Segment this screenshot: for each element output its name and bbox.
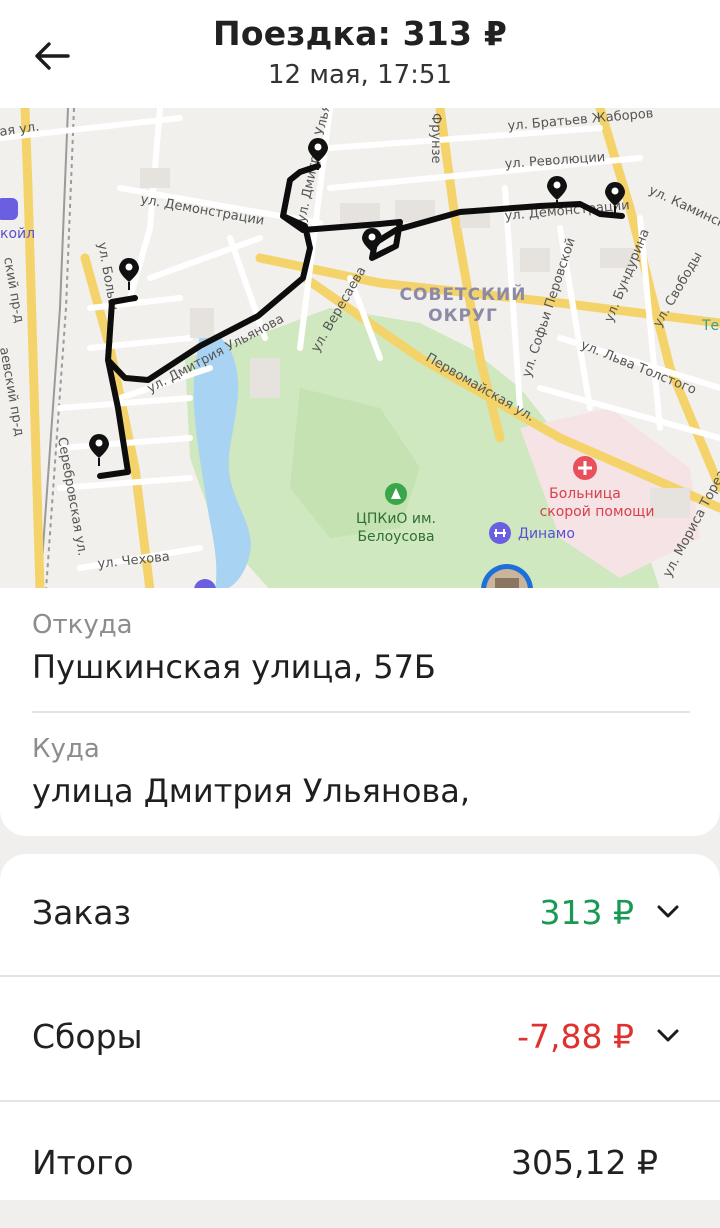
right-edge-label: Те <box>701 318 719 334</box>
route-map[interactable]: ул. Братьев Жаборов ул. Революции ул. Де… <box>0 108 720 590</box>
order-label: Заказ <box>32 893 132 932</box>
fees-expand-button[interactable] <box>654 1022 682 1050</box>
fare-row-total: Итого 305,12 ₽ <box>0 1104 720 1228</box>
order-expand-button[interactable] <box>654 898 682 926</box>
fees-amount: -7,88 ₽ <box>517 1017 634 1056</box>
trip-addresses-card: Откуда Пушкинская улица, 57Б Куда улица … <box>0 588 720 836</box>
total-amount: 305,12 ₽ <box>511 1143 658 1182</box>
street-label-fruzhe: Фрунзе <box>428 113 443 164</box>
order-amount: 313 ₽ <box>539 893 634 932</box>
from-label: Откуда <box>32 610 133 640</box>
to-address: улица Дмитрия Ульянова, <box>32 772 471 810</box>
trip-date: 12 мая, 17:51 <box>268 60 452 90</box>
fare-row-order[interactable]: Заказ 313 ₽ <box>0 854 720 978</box>
fare-divider <box>0 975 720 977</box>
dynamo-poi-label: Динамо <box>518 526 575 542</box>
left-poi-label: койл <box>0 226 35 242</box>
fare-divider <box>0 1100 720 1102</box>
park-poi-label-line2: Белоусова <box>357 529 434 545</box>
hospital-poi-label-line1: Больница <box>549 486 621 502</box>
fare-row-fees[interactable]: Сборы -7,88 ₽ <box>0 978 720 1102</box>
district-label-line1: СОВЕТСКИЙ <box>400 283 527 305</box>
chevron-down-icon <box>657 1029 679 1042</box>
page-title: Поездка: 313 ₽ <box>213 14 507 53</box>
to-label: Куда <box>32 734 100 764</box>
map-canvas: ул. Братьев Жаборов ул. Революции ул. Де… <box>0 108 720 590</box>
from-address: Пушкинская улица, 57Б <box>32 648 436 686</box>
address-divider <box>32 711 690 713</box>
chevron-down-icon <box>657 905 679 918</box>
fees-label: Сборы <box>32 1017 143 1056</box>
fare-breakdown-card: Заказ 313 ₽ Сборы -7,88 ₽ Итого 305,12 ₽ <box>0 854 720 1200</box>
park-poi-label-line1: ЦПКиО им. <box>356 511 436 527</box>
left-poi-icon <box>0 198 18 220</box>
hospital-poi-label-line2: скорой помощи <box>540 504 655 520</box>
district-label-line2: ОКРУГ <box>428 306 498 326</box>
header-bar: Поездка: 313 ₽ 12 мая, 17:51 <box>0 0 720 110</box>
total-label: Итого <box>32 1143 134 1182</box>
